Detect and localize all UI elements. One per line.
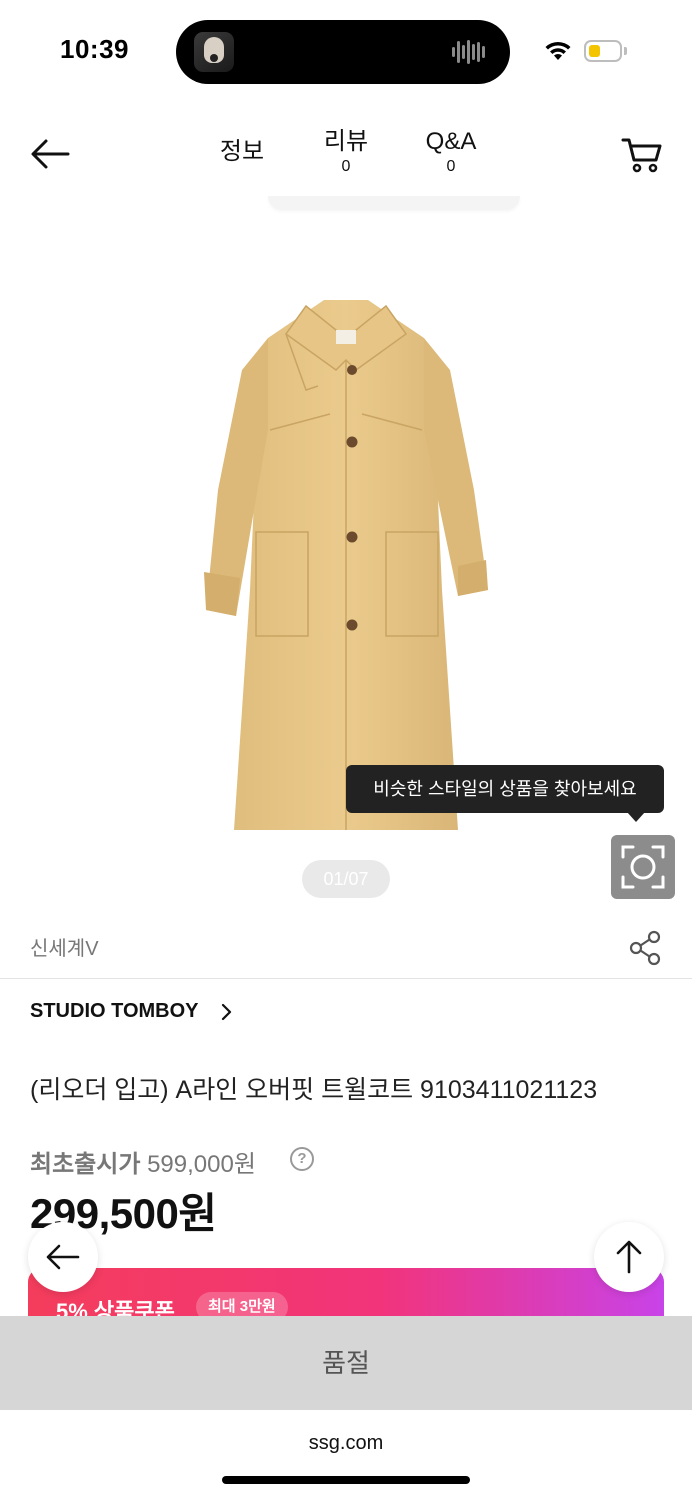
tab-info[interactable]: 정보 — [212, 138, 272, 166]
home-indicator[interactable] — [222, 1476, 470, 1484]
original-price: 599,000원 — [147, 1151, 256, 1178]
arrow-left-icon — [46, 1244, 80, 1270]
original-price-row: 최초출시가 599,000원 — [30, 1144, 256, 1179]
audio-wave-icon — [452, 40, 492, 64]
tab-dropdown-handle — [268, 196, 520, 210]
divider — [0, 978, 692, 979]
scroll-top-button[interactable] — [594, 1222, 664, 1292]
browser-bar: ssg.com — [0, 1410, 692, 1500]
camera-scan-icon — [621, 845, 665, 889]
product-header: 정보 리뷰 0 Q&A 0 — [0, 110, 692, 200]
visual-search-button[interactable] — [611, 835, 675, 899]
tab-qa[interactable]: Q&A 0 — [418, 128, 484, 176]
floating-back-button[interactable] — [28, 1222, 98, 1292]
share-button[interactable] — [628, 930, 662, 966]
tab-qa-count: 0 — [446, 158, 456, 175]
cart-button[interactable] — [620, 132, 664, 176]
tooltip-arrow — [627, 812, 645, 822]
status-bar: 10:39 — [0, 0, 692, 100]
status-time: 10:39 — [60, 34, 129, 64]
url-label[interactable]: ssg.com — [0, 1432, 692, 1455]
live-activity-app-icon — [194, 32, 234, 72]
product-title: (리오더 입고) A라인 오버핏 트윌코트 9103411021123 — [30, 1076, 598, 1104]
visual-search-tooltip: 비슷한 스타일의 상품을 찾아보세요 — [346, 765, 664, 813]
tab-review-label: 리뷰 — [323, 128, 369, 155]
arrow-up-icon — [616, 1240, 642, 1274]
soldout-button[interactable]: 품절 — [0, 1316, 692, 1410]
product-image[interactable] — [196, 290, 496, 845]
help-icon[interactable]: ? — [290, 1147, 314, 1171]
wifi-icon — [545, 41, 571, 60]
tab-review-count: 0 — [341, 158, 351, 175]
chevron-right-icon[interactable] — [220, 1002, 234, 1022]
tab-info-label: 정보 — [219, 138, 265, 165]
seller-name[interactable]: 신세계V — [30, 932, 99, 961]
original-price-label: 최초출시가 — [30, 1151, 141, 1178]
image-counter: 01/07 — [302, 860, 390, 898]
battery-icon — [584, 40, 628, 62]
tab-qa-label: Q&A — [425, 128, 477, 155]
brand-link[interactable]: STUDIO TOMBOY — [30, 1000, 199, 1023]
back-button[interactable] — [28, 134, 72, 174]
tab-review[interactable]: 리뷰 0 — [316, 128, 376, 176]
dynamic-island[interactable] — [176, 20, 510, 84]
